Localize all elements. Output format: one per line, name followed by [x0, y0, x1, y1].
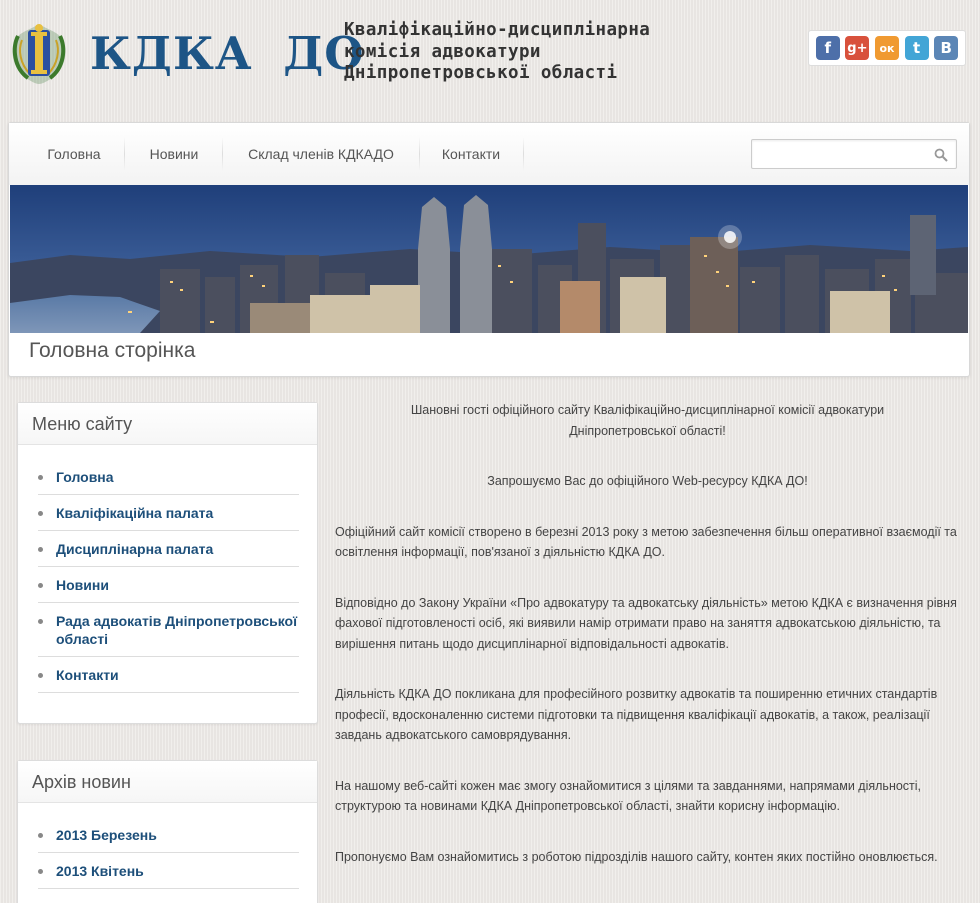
twitter-icon[interactable]: t — [904, 36, 929, 60]
site-menu-item-label: Кваліфікаційна палата — [56, 505, 214, 521]
site-menu-item-disciplinary[interactable]: Дисциплінарна палата — [38, 531, 299, 567]
city-banner-image — [10, 185, 968, 333]
commission-title-line: Дніпропетровської області — [344, 63, 618, 83]
site-menu-item-label: Контакти — [56, 667, 119, 683]
bullet-icon — [38, 475, 43, 480]
bullet-icon — [38, 511, 43, 516]
news-archive-title: Архів новин — [18, 761, 317, 803]
content-paragraph: Відповідно до Закону України «Про адвока… — [335, 595, 957, 651]
nav-item-contacts[interactable]: Контакти — [432, 123, 510, 185]
coat-of-arms-icon[interactable] — [8, 20, 70, 86]
site-logo-text[interactable]: КДКА ДО — [90, 24, 364, 84]
main-nav: Головна Новини Склад членів КДКАДО Конта… — [9, 123, 969, 185]
commission-title-line: комісія адвокатури — [344, 41, 541, 62]
bullet-icon — [38, 583, 43, 588]
nav-item-home[interactable]: Головна — [31, 123, 117, 185]
news-archive-panel: Архів новин 2013 Березень 2013 Квітень — [17, 760, 318, 903]
site-menu-panel: Меню сайту Головна Кваліфікаційна палата… — [17, 402, 318, 724]
site-menu-item-label: Головна — [56, 469, 114, 485]
nav-separator — [124, 137, 125, 171]
content-paragraph: На нашому веб-сайті кожен має змогу озна… — [335, 778, 922, 814]
site-menu-item-home[interactable]: Головна — [38, 459, 299, 495]
site-menu-title: Меню сайту — [18, 403, 317, 445]
nav-item-members[interactable]: Склад членів КДКАДО — [237, 123, 405, 185]
site-menu-item-contacts[interactable]: Контакти — [38, 657, 299, 693]
site-menu-item-label: Дисциплінарна палата — [56, 541, 214, 557]
bullet-icon — [38, 869, 43, 874]
site-menu-item-news[interactable]: Новини — [38, 567, 299, 603]
nav-separator — [222, 137, 223, 171]
bullet-icon — [38, 547, 43, 552]
site-header: КДКА ДО Кваліфікаційно-дисциплінарна ком… — [0, 0, 980, 115]
odnoklassniki-icon[interactable]: ок — [874, 36, 899, 60]
nav-separator — [419, 137, 420, 171]
commission-title-line: Кваліфікаційно-дисциплінарна — [344, 20, 651, 40]
site-menu-item-label: Новини — [56, 577, 109, 593]
archive-item-march-2013[interactable]: 2013 Березень — [38, 817, 299, 853]
nav-separator — [523, 137, 524, 171]
site-menu-item-label: Рада адвокатів Дніпропетровської області — [56, 613, 298, 647]
content-paragraph: Офіційний сайт комісії створено в березн… — [335, 524, 957, 560]
greeting-text: Шановні гості офіційного сайту Кваліфіка… — [410, 403, 885, 438]
search-icon[interactable] — [934, 148, 948, 162]
invite-text: Запрошуємо Вас до офіційного Web-ресурсу… — [487, 474, 808, 488]
facebook-icon[interactable]: f — [815, 36, 840, 60]
search-box — [751, 139, 957, 169]
commission-title: Кваліфікаційно-дисциплінарна комісія адв… — [344, 20, 650, 85]
archive-item-april-2013[interactable]: 2013 Квітень — [38, 853, 299, 889]
archive-item-label: 2013 Березень — [56, 827, 157, 843]
main-content: Шановні гості офіційного сайту Кваліфіка… — [335, 400, 960, 897]
archive-item-label: 2013 Квітень — [56, 863, 144, 879]
page-title: Головна сторінка — [29, 339, 196, 362]
google-plus-icon[interactable]: g+ — [845, 36, 870, 60]
content-paragraph: Пропонуємо Вам ознайомитись з роботою пі… — [335, 849, 938, 864]
main-header-box: Головна Новини Склад членів КДКАДО Конта… — [8, 122, 970, 377]
social-share-bar: f g+ ок t B — [808, 30, 966, 66]
site-menu-item-qualification[interactable]: Кваліфікаційна палата — [38, 495, 299, 531]
search-input[interactable] — [752, 140, 956, 168]
vkontakte-icon[interactable]: B — [934, 36, 959, 60]
site-menu-list: Головна Кваліфікаційна палата Дисципліна… — [18, 445, 317, 693]
bullet-icon — [38, 673, 43, 678]
content-paragraph: Діяльність КДКА ДО покликана для професі… — [335, 687, 938, 742]
site-menu-item-council[interactable]: Рада адвокатів Дніпропетровської області — [38, 603, 299, 657]
bullet-icon — [38, 619, 43, 624]
bullet-icon — [38, 833, 43, 838]
news-archive-list: 2013 Березень 2013 Квітень — [18, 803, 317, 889]
nav-item-news[interactable]: Новини — [137, 123, 211, 185]
